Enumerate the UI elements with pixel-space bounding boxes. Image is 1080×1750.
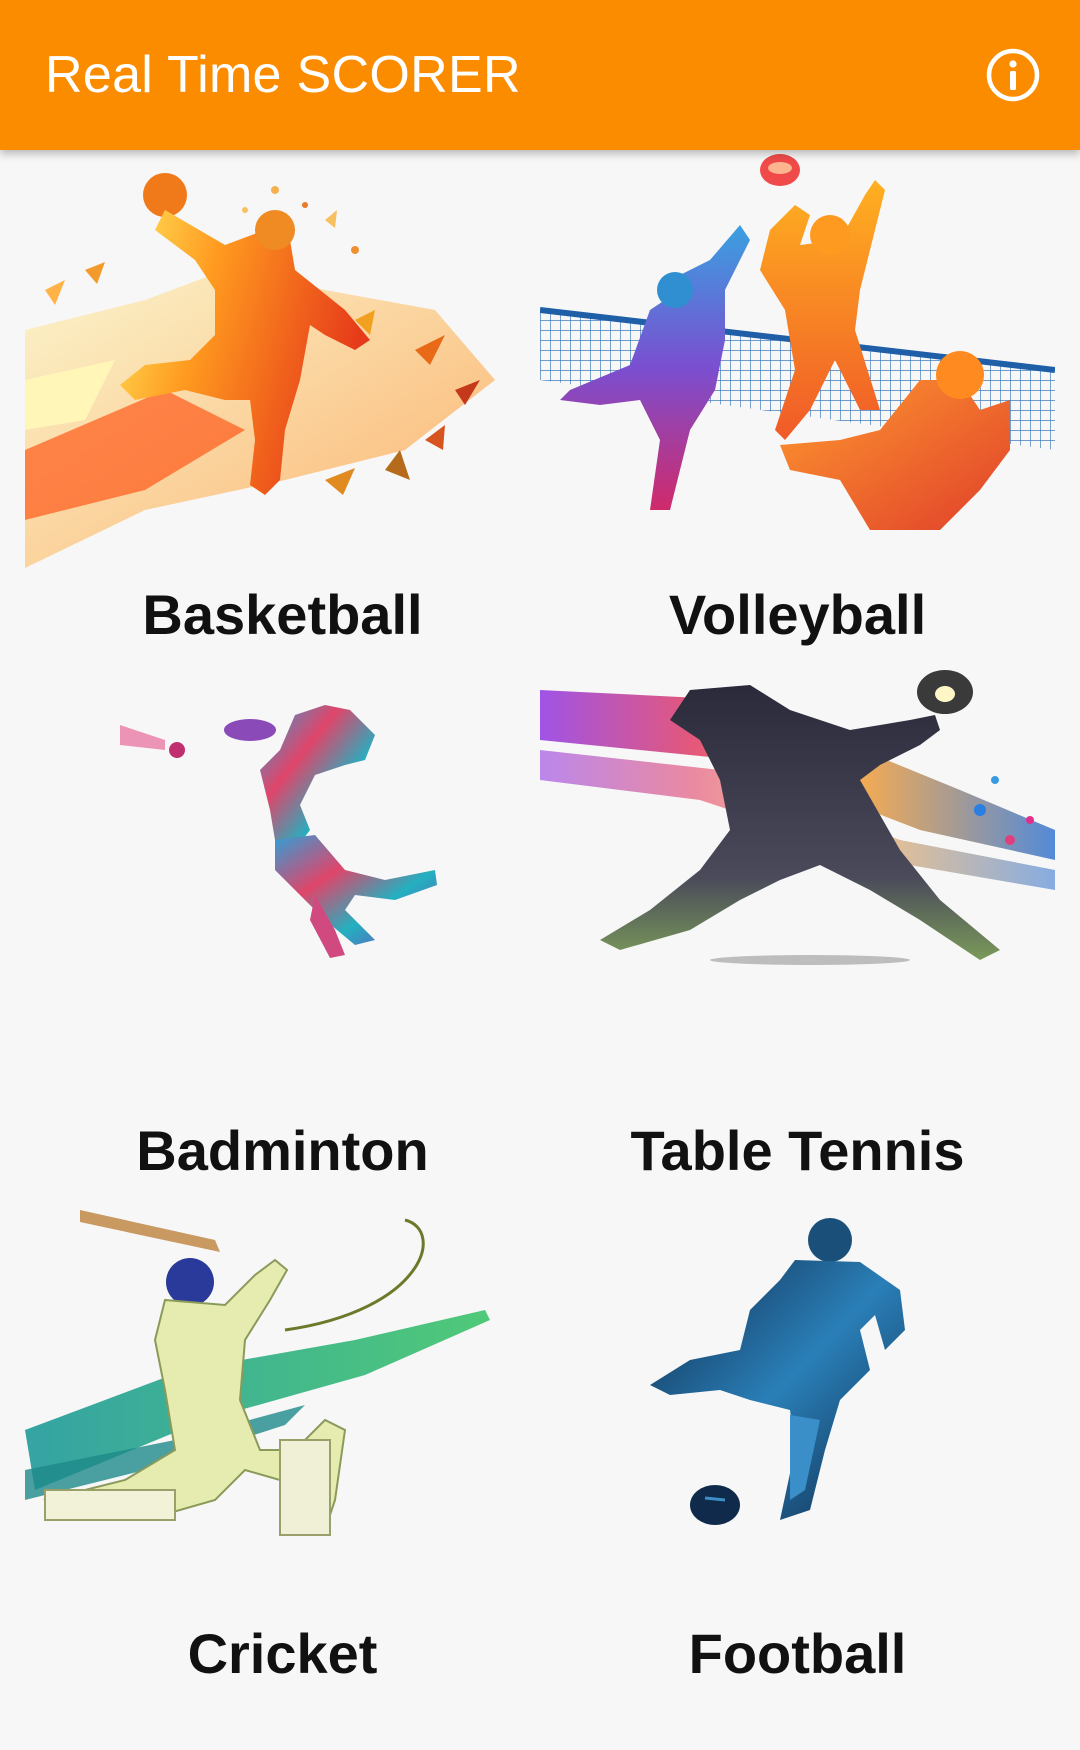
app-bar: Real Time SCORER: [0, 0, 1080, 150]
sport-card-football[interactable]: Football: [540, 1200, 1055, 1740]
cricket-batsman-image: [25, 1210, 490, 1537]
sport-label-football: Football: [688, 1622, 907, 1685]
volleyball-players-image: [540, 154, 1055, 530]
basketball-player-image: [25, 173, 495, 568]
sport-card-cricket[interactable]: Cricket: [25, 1200, 540, 1740]
sport-card-volleyball[interactable]: Volleyball: [540, 150, 1055, 670]
table-tennis-player-image: [540, 670, 1055, 965]
sport-label-volleyball: Volleyball: [668, 583, 927, 646]
app-title: Real Time SCORER: [45, 46, 521, 104]
football-player-image: [650, 1218, 905, 1525]
sport-card-badminton[interactable]: Badminton: [25, 670, 540, 1200]
sport-label-basketball: Basketball: [142, 583, 423, 646]
badminton-player-image: [120, 705, 437, 958]
info-circle-icon: [986, 48, 1040, 102]
sports-grid: Basketball Volleyball Badminton Table Te…: [0, 150, 1080, 1750]
sport-label-badminton: Badminton: [136, 1119, 429, 1182]
sport-label-cricket: Cricket: [187, 1622, 378, 1685]
sport-card-table-tennis[interactable]: Table Tennis: [540, 670, 1055, 1200]
info-button[interactable]: [982, 44, 1044, 106]
sport-card-basketball[interactable]: Basketball: [25, 150, 540, 670]
sport-label-table-tennis: Table Tennis: [630, 1119, 965, 1182]
